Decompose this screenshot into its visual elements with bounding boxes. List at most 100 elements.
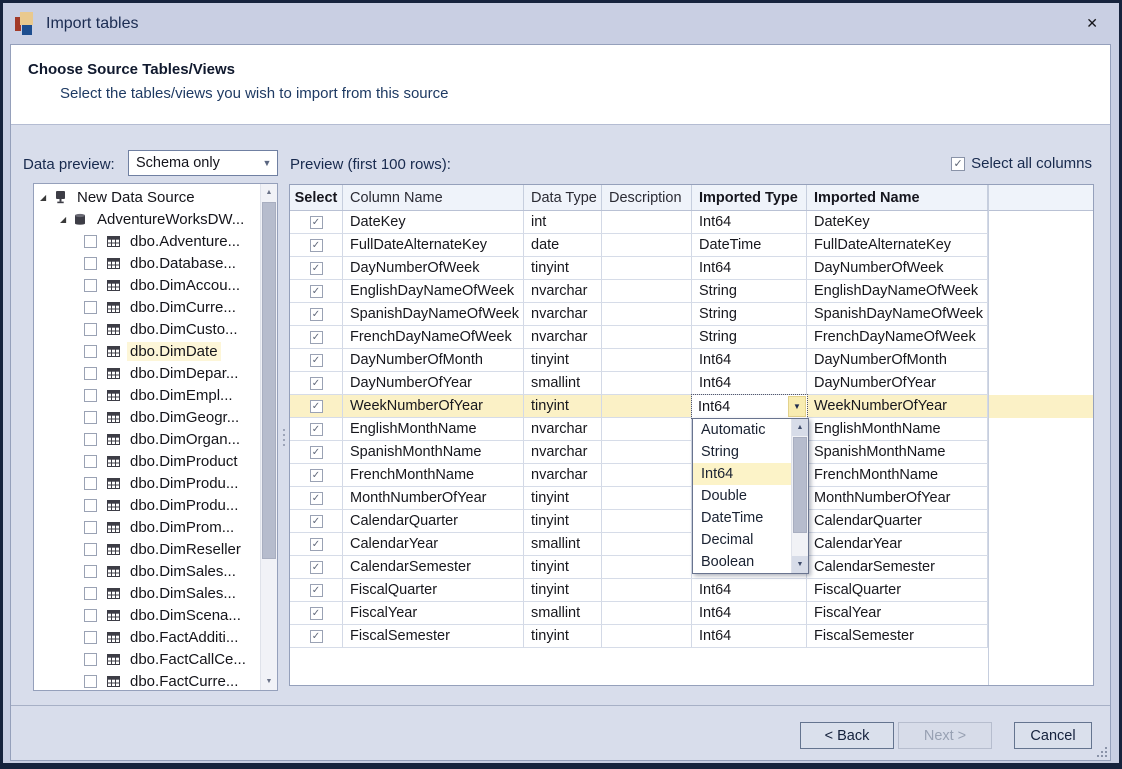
cell-data-type[interactable]: tinyint bbox=[524, 395, 602, 418]
tree-item-table[interactable]: dbo.DimProduct bbox=[34, 450, 260, 472]
cell-data-type[interactable]: tinyint bbox=[524, 257, 602, 280]
tree-item-table[interactable]: dbo.FactCallCe... bbox=[34, 648, 260, 670]
tree-item-checkbox[interactable] bbox=[84, 499, 97, 512]
cell-select[interactable]: ✓ bbox=[290, 326, 343, 349]
tree-item-table[interactable]: dbo.DimSales... bbox=[34, 582, 260, 604]
cell-description[interactable] bbox=[602, 579, 692, 602]
cell-description[interactable] bbox=[602, 372, 692, 395]
cell-select[interactable]: ✓ bbox=[290, 349, 343, 372]
tree-item-table[interactable]: dbo.DimReseller bbox=[34, 538, 260, 560]
cell-data-type[interactable]: nvarchar bbox=[524, 464, 602, 487]
tree-item-label[interactable]: dbo.DimProdu... bbox=[127, 474, 241, 493]
cell-imported-type[interactable]: String bbox=[692, 326, 807, 349]
tree-item-table[interactable]: dbo.DimSales... bbox=[34, 560, 260, 582]
cell-data-type[interactable]: tinyint bbox=[524, 349, 602, 372]
tree-scrollbar[interactable]: ▲ ▼ bbox=[260, 184, 277, 690]
cell-column-name[interactable]: MonthNumberOfYear bbox=[343, 487, 524, 510]
cell-description[interactable] bbox=[602, 395, 692, 418]
cell-column-name[interactable]: FiscalSemester bbox=[343, 625, 524, 648]
tree-item-label[interactable]: dbo.DimProm... bbox=[127, 518, 237, 537]
cell-select[interactable]: ✓ bbox=[290, 487, 343, 510]
cell-imported-type[interactable]: Int64 bbox=[692, 349, 807, 372]
cell-description[interactable] bbox=[602, 602, 692, 625]
cell-description[interactable] bbox=[602, 303, 692, 326]
cell-imported-type[interactable]: Int64 bbox=[692, 211, 807, 234]
tree-item-root[interactable]: ◢New Data Source bbox=[34, 186, 260, 208]
table-row[interactable]: ✓FrenchDayNameOfWeeknvarcharStringFrench… bbox=[290, 326, 1093, 349]
cell-data-type[interactable]: int bbox=[524, 211, 602, 234]
row-select-checkbox[interactable]: ✓ bbox=[310, 538, 323, 551]
tree-item-checkbox[interactable] bbox=[84, 565, 97, 578]
dropdown-option[interactable]: DateTime bbox=[693, 507, 791, 529]
cell-description[interactable] bbox=[602, 349, 692, 372]
tree-item-checkbox[interactable] bbox=[84, 675, 97, 688]
tree-item-label[interactable]: dbo.DimProdu... bbox=[127, 496, 241, 515]
cell-imported-name[interactable]: SpanishDayNameOfWeek bbox=[807, 303, 988, 326]
row-select-checkbox[interactable]: ✓ bbox=[310, 561, 323, 574]
tree-item-table[interactable]: dbo.DimOrgan... bbox=[34, 428, 260, 450]
table-row[interactable]: ✓FullDateAlternateKeydateDateTimeFullDat… bbox=[290, 234, 1093, 257]
tree-item-label[interactable]: dbo.DimGeogr... bbox=[127, 408, 242, 427]
tree-item-label[interactable]: dbo.DimOrgan... bbox=[127, 430, 243, 449]
cell-imported-type[interactable]: String bbox=[692, 303, 807, 326]
cell-imported-type[interactable]: Int64 bbox=[692, 625, 807, 648]
tree-item-label[interactable]: dbo.DimSales... bbox=[127, 584, 239, 603]
table-row[interactable]: ✓EnglishDayNameOfWeeknvarcharStringEngli… bbox=[290, 280, 1093, 303]
tree-item-checkbox[interactable] bbox=[84, 521, 97, 534]
cell-select[interactable]: ✓ bbox=[290, 441, 343, 464]
tree-grid-splitter[interactable] bbox=[279, 183, 289, 691]
tree-item-table[interactable]: dbo.Database... bbox=[34, 252, 260, 274]
cell-data-type[interactable]: tinyint bbox=[524, 556, 602, 579]
cell-select[interactable]: ✓ bbox=[290, 372, 343, 395]
tree-item-table[interactable]: dbo.DimAccou... bbox=[34, 274, 260, 296]
cell-column-name[interactable]: EnglishDayNameOfWeek bbox=[343, 280, 524, 303]
cell-data-type[interactable]: tinyint bbox=[524, 579, 602, 602]
cell-data-type[interactable]: smallint bbox=[524, 372, 602, 395]
cell-column-name[interactable]: CalendarSemester bbox=[343, 556, 524, 579]
cell-imported-type[interactable]: Int64 bbox=[692, 257, 807, 280]
cell-description[interactable] bbox=[602, 326, 692, 349]
table-row[interactable]: ✓FiscalSemestertinyintInt64FiscalSemeste… bbox=[290, 625, 1093, 648]
tree-item-label[interactable]: dbo.FactCallCe... bbox=[127, 650, 249, 669]
cell-description[interactable] bbox=[602, 533, 692, 556]
row-select-checkbox[interactable]: ✓ bbox=[310, 630, 323, 643]
cell-select[interactable]: ✓ bbox=[290, 395, 343, 418]
tree-item-checkbox[interactable] bbox=[84, 631, 97, 644]
tree-item-table[interactable]: dbo.DimGeogr... bbox=[34, 406, 260, 428]
tree-item-checkbox[interactable] bbox=[84, 477, 97, 490]
tree-scrollbar-thumb[interactable] bbox=[262, 202, 276, 559]
cell-select[interactable]: ✓ bbox=[290, 211, 343, 234]
cell-imported-name[interactable]: FiscalYear bbox=[807, 602, 988, 625]
tree-item-table[interactable]: dbo.DimCusto... bbox=[34, 318, 260, 340]
table-row[interactable]: ✓DayNumberOfWeektinyintInt64DayNumberOfW… bbox=[290, 257, 1093, 280]
tree-item-label[interactable]: dbo.DimAccou... bbox=[127, 276, 243, 295]
cell-data-type[interactable]: nvarchar bbox=[524, 326, 602, 349]
tree-item-checkbox[interactable] bbox=[84, 301, 97, 314]
cell-imported-type[interactable]: Int64 bbox=[692, 372, 807, 395]
cell-description[interactable] bbox=[602, 510, 692, 533]
tree-item-checkbox[interactable] bbox=[84, 345, 97, 358]
tree-item-table[interactable]: dbo.DimDate bbox=[34, 340, 260, 362]
row-select-checkbox[interactable]: ✓ bbox=[310, 400, 323, 413]
tree-item-label[interactable]: dbo.DimDate bbox=[127, 342, 221, 361]
tree-item-table[interactable]: dbo.DimEmpl... bbox=[34, 384, 260, 406]
cell-imported-type[interactable]: Int64 bbox=[692, 579, 807, 602]
row-select-checkbox[interactable]: ✓ bbox=[310, 285, 323, 298]
cell-column-name[interactable]: SpanishDayNameOfWeek bbox=[343, 303, 524, 326]
row-select-checkbox[interactable]: ✓ bbox=[310, 239, 323, 252]
cell-column-name[interactable]: FiscalQuarter bbox=[343, 579, 524, 602]
row-select-checkbox[interactable]: ✓ bbox=[310, 607, 323, 620]
tree-item-label[interactable]: dbo.Database... bbox=[127, 254, 239, 273]
select-all-columns-checkbox[interactable]: ✓ Select all columns bbox=[951, 155, 1092, 172]
tree-item-label[interactable]: dbo.FactCurre... bbox=[127, 672, 241, 691]
cell-imported-name[interactable]: WeekNumberOfYear bbox=[807, 395, 988, 418]
cell-select[interactable]: ✓ bbox=[290, 280, 343, 303]
tree-item-label[interactable]: dbo.DimDepar... bbox=[127, 364, 241, 383]
table-row[interactable]: ✓DayNumberOfYearsmallintInt64DayNumberOf… bbox=[290, 372, 1093, 395]
tree-item-checkbox[interactable] bbox=[84, 543, 97, 556]
tree-item-checkbox[interactable] bbox=[84, 367, 97, 380]
cell-imported-name[interactable]: FrenchDayNameOfWeek bbox=[807, 326, 988, 349]
cell-select[interactable]: ✓ bbox=[290, 579, 343, 602]
row-select-checkbox[interactable]: ✓ bbox=[310, 423, 323, 436]
cell-column-name[interactable]: CalendarQuarter bbox=[343, 510, 524, 533]
